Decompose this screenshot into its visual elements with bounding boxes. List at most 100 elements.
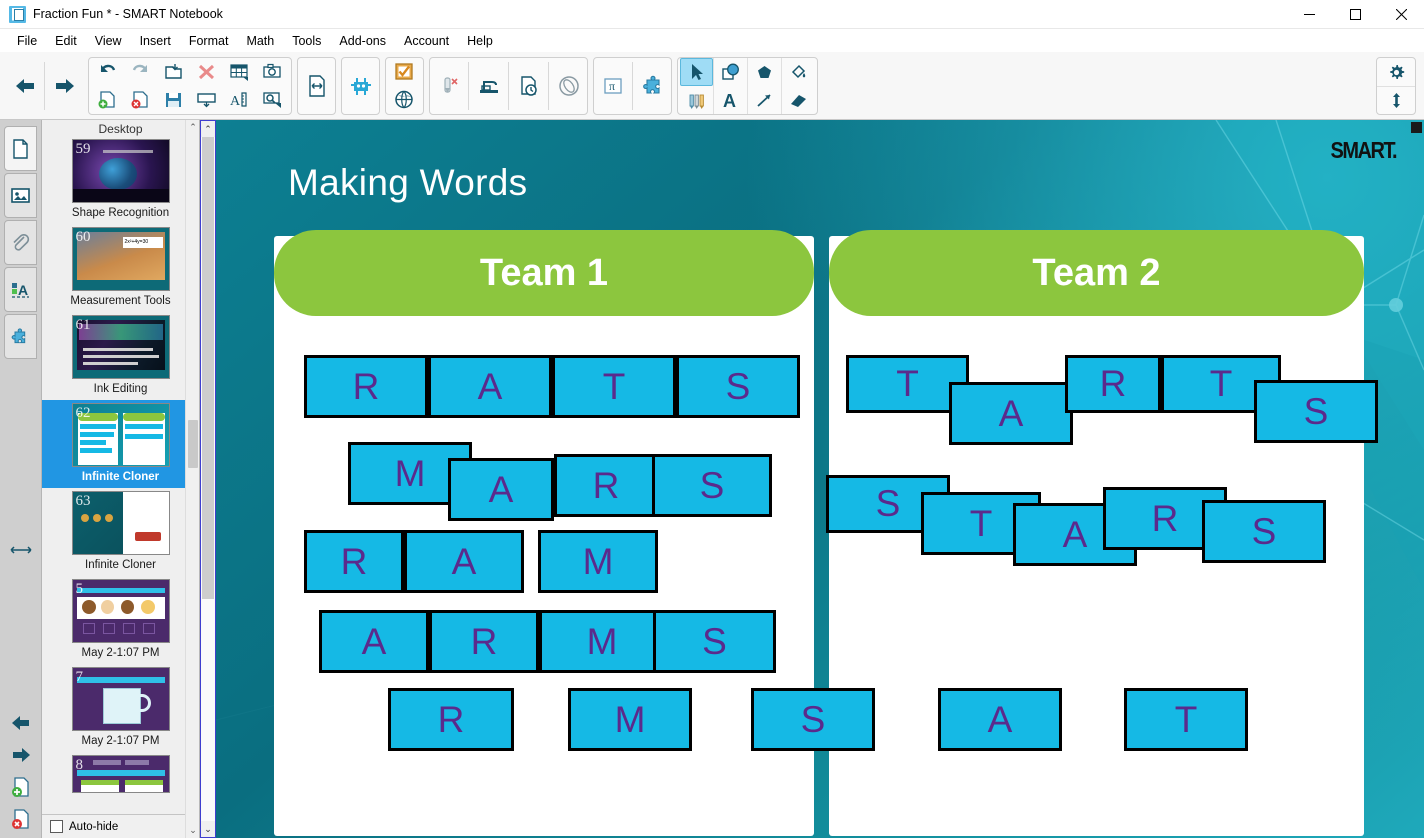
menu-tools[interactable]: Tools bbox=[283, 32, 330, 50]
panel-resize-handle[interactable] bbox=[9, 540, 33, 560]
letter-tile[interactable]: T bbox=[1124, 688, 1248, 751]
scroll-up-icon[interactable]: ⌃ bbox=[186, 120, 200, 135]
letter-tile[interactable]: S bbox=[1254, 380, 1378, 443]
select-tool-button[interactable] bbox=[680, 57, 713, 86]
scrollbar-thumb[interactable] bbox=[188, 420, 198, 468]
lab-activity-button[interactable] bbox=[344, 58, 377, 114]
fit-page-button[interactable] bbox=[300, 58, 333, 114]
letter-tile[interactable]: M bbox=[538, 530, 658, 593]
thumbnail-item-selected[interactable]: 62 Infinite Cloner bbox=[42, 400, 199, 488]
previous-page-button[interactable] bbox=[8, 58, 41, 114]
move-toolbar-button[interactable] bbox=[1377, 86, 1415, 114]
menu-insert[interactable]: Insert bbox=[131, 32, 180, 50]
pens-tool-button[interactable] bbox=[680, 86, 713, 114]
addons-tab[interactable] bbox=[4, 314, 37, 359]
menu-math[interactable]: Math bbox=[237, 32, 283, 50]
properties-tab[interactable]: A bbox=[4, 267, 37, 312]
canvas-scroll-down-icon[interactable]: ⌄ bbox=[201, 821, 215, 837]
menu-view[interactable]: View bbox=[86, 32, 131, 50]
shapes-tool-button[interactable] bbox=[714, 58, 747, 86]
shape-pen-button[interactable] bbox=[748, 58, 781, 86]
browser-button[interactable] bbox=[388, 86, 421, 114]
thumbnail-item[interactable]: 5 May 2-1:07 PM bbox=[42, 576, 199, 664]
auto-hide-checkbox[interactable] bbox=[50, 820, 63, 833]
letter-tile[interactable]: S bbox=[1202, 500, 1326, 563]
thumbnail-scrollbar[interactable]: ⌃ ⌄ bbox=[185, 120, 199, 838]
add-page-button[interactable] bbox=[91, 86, 124, 114]
canvas-vertical-scrollbar[interactable]: ⌃ ⌄ bbox=[200, 120, 216, 838]
next-page-side-button[interactable] bbox=[6, 740, 36, 770]
clear-ink-button[interactable] bbox=[432, 58, 465, 114]
settings-button[interactable] bbox=[1377, 58, 1415, 86]
letter-tile[interactable]: M bbox=[539, 610, 665, 673]
close-button[interactable] bbox=[1378, 0, 1424, 29]
screen-shade-button[interactable] bbox=[190, 86, 223, 114]
letter-tile[interactable]: A bbox=[938, 688, 1062, 751]
scroll-down-icon[interactable]: ⌄ bbox=[186, 823, 200, 838]
letter-tile[interactable]: A bbox=[949, 382, 1073, 445]
math-button[interactable]: π bbox=[596, 58, 629, 114]
previous-page-side-button[interactable] bbox=[6, 708, 36, 738]
menu-format[interactable]: Format bbox=[180, 32, 238, 50]
letter-tile[interactable]: S bbox=[751, 688, 875, 751]
redo-button[interactable] bbox=[124, 58, 157, 86]
menu-edit[interactable]: Edit bbox=[46, 32, 86, 50]
line-tool-button[interactable] bbox=[748, 86, 781, 114]
letter-tile[interactable]: R bbox=[304, 530, 404, 593]
thumbnail-list[interactable]: Desktop 59 Shape Recognition 2x²+4y=30 6… bbox=[42, 120, 199, 814]
add-page-side-button[interactable] bbox=[6, 772, 36, 802]
thumbnail-item[interactable]: 7 May 2-1:07 PM bbox=[42, 664, 199, 752]
response-button[interactable] bbox=[388, 58, 421, 86]
thumbnail-item[interactable]: 8 bbox=[42, 752, 199, 797]
thumbnail-item[interactable]: 59 Shape Recognition bbox=[42, 136, 199, 224]
letter-tile[interactable]: R bbox=[429, 610, 539, 673]
letter-tile[interactable]: S bbox=[676, 355, 800, 418]
maximize-button[interactable] bbox=[1332, 0, 1378, 29]
canvas-scroll-track[interactable] bbox=[201, 137, 215, 821]
letter-tile[interactable]: R bbox=[304, 355, 428, 418]
save-button[interactable] bbox=[157, 86, 190, 114]
delete-button[interactable] bbox=[190, 58, 223, 86]
letter-tile[interactable]: A bbox=[448, 458, 554, 521]
menu-addons[interactable]: Add-ons bbox=[330, 32, 395, 50]
menu-help[interactable]: Help bbox=[458, 32, 502, 50]
next-page-button[interactable] bbox=[48, 58, 81, 114]
letter-tile[interactable]: R bbox=[1065, 355, 1161, 413]
letter-tile[interactable]: S bbox=[652, 454, 772, 517]
minimize-button[interactable] bbox=[1286, 0, 1332, 29]
gallery-tab[interactable] bbox=[4, 173, 37, 218]
letter-tile[interactable]: R bbox=[554, 454, 658, 517]
puzzle-addon-button[interactable] bbox=[636, 58, 669, 114]
screen-capture-button[interactable] bbox=[256, 58, 289, 86]
insert-table-button[interactable] bbox=[223, 58, 256, 86]
delete-page-side-button[interactable] bbox=[6, 804, 36, 834]
delete-page-button[interactable] bbox=[124, 86, 157, 114]
page-sorter-tab[interactable] bbox=[4, 126, 37, 171]
attachments-tab[interactable] bbox=[4, 220, 37, 265]
fill-tool-button[interactable] bbox=[782, 58, 815, 86]
menu-file[interactable]: File bbox=[8, 32, 46, 50]
letter-tile[interactable]: S bbox=[653, 610, 776, 673]
open-button[interactable] bbox=[157, 58, 190, 86]
canvas-scroll-up-icon[interactable]: ⌃ bbox=[201, 121, 215, 137]
thumbnail-item[interactable]: 2x²+4y=30 60 Measurement Tools bbox=[42, 224, 199, 312]
eraser-tool-button[interactable] bbox=[782, 86, 815, 114]
canvas-scroll-thumb[interactable] bbox=[202, 137, 214, 599]
letter-tile[interactable]: A bbox=[319, 610, 429, 673]
text-tool-button[interactable]: A bbox=[714, 86, 747, 114]
undo-button[interactable] bbox=[91, 58, 124, 86]
measurement-tools-button[interactable]: A bbox=[223, 86, 256, 114]
letter-tile[interactable]: A bbox=[404, 530, 524, 593]
slide-canvas[interactable]: SMART. Making Words Team 1 Team 2 R A T … bbox=[216, 120, 1424, 838]
letter-tile[interactable]: R bbox=[388, 688, 514, 751]
letter-tile[interactable]: T bbox=[552, 355, 676, 418]
thumbnail-item[interactable]: 61 Ink Editing bbox=[42, 312, 199, 400]
letter-tile[interactable]: M bbox=[568, 688, 692, 751]
document-camera-button[interactable] bbox=[472, 58, 505, 114]
thumbnail-item[interactable]: 63 Infinite Cloner bbox=[42, 488, 199, 576]
screen-capture-area-button[interactable] bbox=[256, 86, 289, 114]
protractor-button[interactable] bbox=[552, 58, 585, 114]
menu-account[interactable]: Account bbox=[395, 32, 458, 50]
letter-tile[interactable]: A bbox=[428, 355, 552, 418]
page-recorder-button[interactable] bbox=[512, 58, 545, 114]
